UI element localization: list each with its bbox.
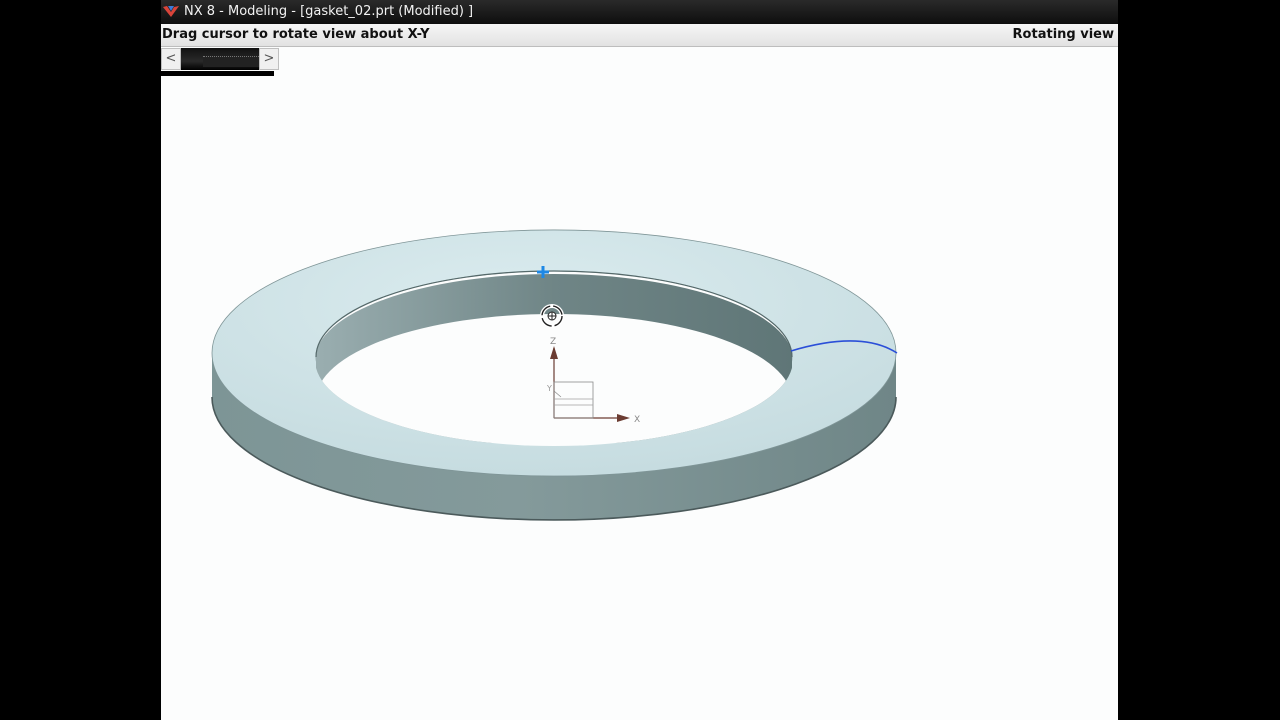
cue-prompt: Drag cursor to rotate view about X-Y: [162, 27, 430, 42]
triad-y-label: Y: [546, 384, 552, 393]
triad-x-label: X: [634, 415, 640, 425]
nx-logo-icon: [163, 6, 179, 17]
title-bar: NX 8 - Modeling - [gasket_02.prt (Modifi…: [161, 0, 1118, 24]
graphics-window[interactable]: Z X Y: [161, 48, 1118, 720]
status-line: Rotating view: [1012, 27, 1114, 42]
nx-window: NX 8 - Modeling - [gasket_02.prt (Modifi…: [161, 0, 1118, 720]
window-title: NX 8 - Modeling - [gasket_02.prt (Modifi…: [184, 4, 474, 19]
cue-line: Drag cursor to rotate view about X-Y Rot…: [161, 24, 1118, 47]
triad-z-label: Z: [550, 337, 556, 347]
